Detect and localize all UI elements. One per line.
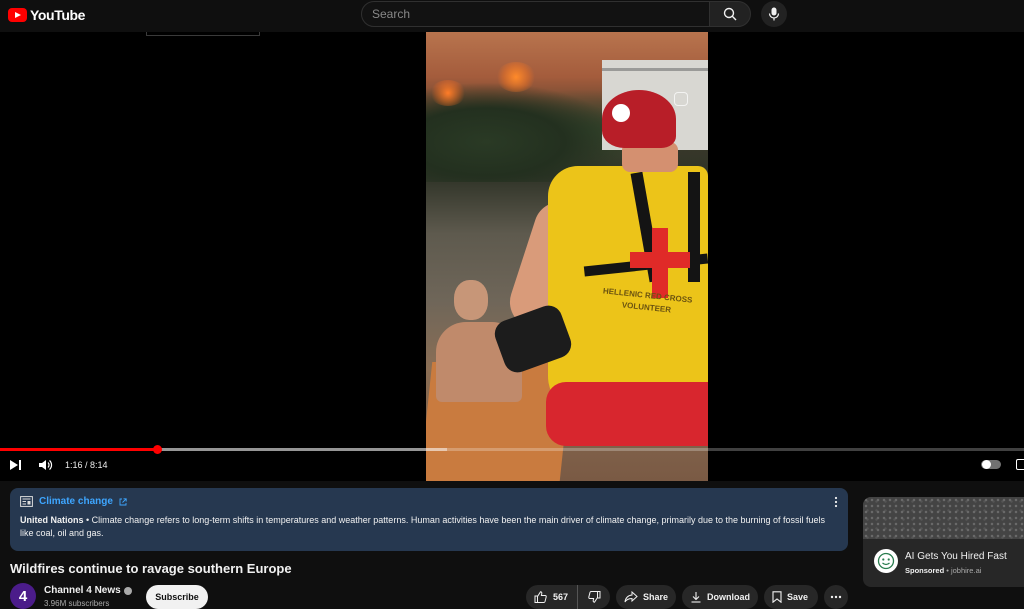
like-count: 567 — [553, 592, 569, 602]
verified-badge-icon — [123, 586, 132, 595]
subtitles-icon[interactable] — [1016, 459, 1024, 470]
ad-banner-image[interactable] — [863, 497, 1024, 539]
information-panel: Climate change United Nations • Climate … — [10, 488, 848, 551]
subscribe-button[interactable]: Subscribe — [146, 585, 208, 609]
download-label: Download — [707, 592, 750, 602]
save-button[interactable]: Save — [764, 585, 818, 609]
red-cross-emblem — [630, 252, 690, 268]
volume-icon — [38, 460, 52, 470]
video-title: Wildfires continue to ravage southern Eu… — [10, 561, 292, 576]
channel-name[interactable]: Channel 4 News — [44, 585, 121, 596]
youtube-logo[interactable]: YouTube — [8, 7, 85, 23]
search-input[interactable]: Search — [361, 1, 710, 27]
video-player[interactable]: HELLENIC RED CROSS VOLUNTEER 1:16 / 8:14 — [0, 32, 1024, 481]
ad-meta: Sponsored • jobhire.ai — [905, 566, 981, 575]
info-description: United Nations • Climate change refers t… — [20, 514, 838, 540]
more-horizontal-icon — [830, 595, 842, 599]
volunteer-shorts — [546, 382, 708, 446]
next-button[interactable] — [7, 456, 23, 474]
sponsored-label: Sponsored — [905, 566, 945, 575]
fire-glow — [430, 80, 466, 106]
instagram-icon — [674, 92, 688, 106]
dislike-button[interactable] — [578, 585, 610, 609]
masthead: YouTube Search — [0, 0, 1024, 32]
miniplayer-ghost-frame — [146, 32, 260, 36]
helmet-logo — [612, 104, 630, 122]
rescued-person-head — [454, 280, 488, 320]
progress-scrubber[interactable] — [153, 445, 163, 454]
topic-link[interactable]: Climate change — [39, 496, 113, 507]
info-text: • Climate change refers to long-term shi… — [20, 515, 826, 538]
microphone-icon — [768, 7, 780, 21]
search-icon — [723, 7, 737, 21]
video-frame[interactable]: HELLENIC RED CROSS VOLUNTEER — [426, 32, 708, 481]
ad-logo — [874, 549, 898, 573]
ad-domain: • jobhire.ai — [944, 566, 982, 575]
channel-name-row[interactable]: Channel 4 News — [44, 585, 132, 596]
like-button[interactable]: 567 — [526, 585, 578, 609]
volunteer-helmet — [602, 90, 676, 148]
more-actions-button[interactable] — [824, 585, 848, 609]
autoplay-toggle[interactable] — [981, 460, 1001, 469]
thumbs-up-icon — [534, 591, 547, 603]
voice-search-button[interactable] — [761, 1, 787, 27]
fire-glow — [496, 62, 536, 92]
more-options-icon[interactable] — [832, 496, 840, 508]
search-button[interactable] — [709, 1, 751, 27]
sponsored-ad-card[interactable]: AI Gets You Hired Fast Sponsored • jobhi… — [863, 497, 1024, 587]
robot-face-icon — [877, 552, 895, 570]
like-dislike-group: 567 — [526, 585, 610, 609]
share-button[interactable]: Share — [616, 585, 676, 609]
ad-title[interactable]: AI Gets You Hired Fast — [905, 551, 1007, 562]
progress-bar[interactable] — [0, 445, 1024, 454]
next-icon — [9, 460, 21, 470]
time-display: 1:16 / 8:14 — [65, 460, 108, 470]
progress-played — [0, 448, 158, 451]
save-label: Save — [787, 592, 809, 602]
newspaper-icon — [20, 496, 33, 507]
share-label: Share — [643, 592, 669, 602]
volume-button[interactable] — [37, 456, 53, 474]
download-icon — [691, 592, 701, 603]
avatar-text: 4 — [18, 587, 28, 605]
download-button[interactable]: Download — [682, 585, 758, 609]
external-link-icon[interactable] — [119, 497, 127, 506]
thumbs-down-icon — [587, 591, 600, 603]
bookmark-icon — [772, 591, 782, 603]
channel-avatar[interactable]: 4 — [10, 583, 36, 609]
info-source: United Nations — [20, 515, 84, 525]
youtube-play-icon — [8, 8, 27, 22]
logo-text: YouTube — [30, 7, 86, 23]
share-icon — [624, 591, 638, 603]
